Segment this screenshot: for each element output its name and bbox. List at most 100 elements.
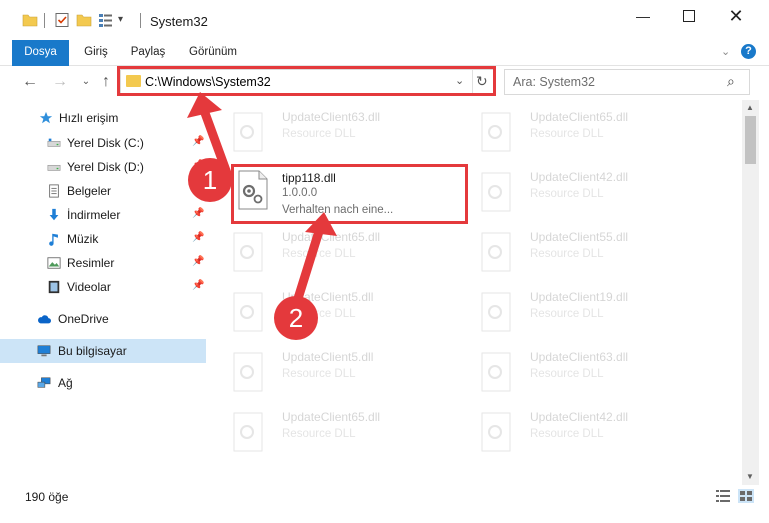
large-icons-view-icon[interactable] — [738, 489, 754, 503]
dll-file-icon — [481, 232, 511, 272]
help-icon[interactable]: ? — [741, 44, 756, 59]
folder-icon — [22, 14, 38, 27]
file-description: Resource DLL — [530, 368, 604, 380]
sidebar-item-this-pc[interactable]: Bu bilgisayar — [0, 339, 206, 363]
separator — [44, 13, 45, 28]
dll-file-icon — [481, 172, 511, 212]
properties-icon[interactable] — [54, 12, 70, 28]
file-name: UpdateClient65.dll — [282, 410, 381, 424]
pin-icon[interactable]: 📌 — [192, 256, 204, 267]
close-button[interactable]: ✕ — [713, 0, 759, 32]
file-list: UpdateClient63.dll Resource DLL UpdateCl… — [210, 100, 742, 455]
file-item[interactable]: UpdateClient19.dll Resource DLL — [458, 284, 688, 336]
tab-share[interactable]: Paylaş — [126, 40, 170, 65]
qat-dropdown-icon[interactable]: ▾ — [118, 14, 123, 25]
sidebar-item-label: Resimler — [67, 256, 115, 270]
sidebar-item-downloads[interactable]: İndirmeler 📌 — [0, 203, 206, 227]
pin-icon[interactable]: 📌 — [192, 280, 204, 291]
download-icon — [49, 208, 59, 221]
file-item[interactable]: UpdateClient65.dll Resource DLL — [210, 224, 440, 276]
sidebar-item-documents[interactable]: Belgeler 📌 — [0, 179, 206, 203]
step-2-badge: 2 — [274, 296, 318, 340]
search-input[interactable]: Ara: System32 — [513, 75, 595, 89]
status-bar: 190 öğe — [0, 485, 769, 523]
back-button[interactable]: ← — [20, 72, 40, 92]
cloud-icon — [38, 315, 51, 324]
minimize-button[interactable]: — — [620, 0, 666, 32]
dll-file-icon — [233, 352, 263, 392]
address-highlight — [117, 66, 496, 96]
customize-toolbar-icon[interactable] — [98, 12, 114, 28]
pin-icon[interactable]: 📌 — [192, 136, 204, 147]
maximize-button[interactable] — [666, 0, 712, 32]
file-item[interactable]: UpdateClient63.dll Resource DLL — [210, 104, 440, 156]
details-view-icon[interactable] — [715, 489, 731, 503]
file-description: Resource DLL — [530, 128, 604, 140]
sidebar-item-music[interactable]: Müzik 📌 — [0, 227, 206, 251]
item-count: 190 öğe — [25, 490, 69, 504]
network-icon — [37, 377, 51, 388]
sidebar-item-label: Müzik — [67, 232, 99, 246]
arrow-right-icon: → — [52, 73, 68, 90]
sidebar-item-label: Yerel Disk (D:) — [67, 160, 144, 174]
sidebar-item-local-disk-d[interactable]: Yerel Disk (D:) 📌 — [0, 155, 206, 179]
maximize-icon — [683, 10, 695, 22]
chevron-down-icon: ⌄ — [81, 76, 91, 87]
file-item[interactable]: UpdateClient55.dll Resource DLL — [458, 224, 688, 276]
search-box[interactable]: Ara: System32 ⌕ — [504, 69, 750, 95]
navigation-pane: Hızlı erişim Yerel Disk (C:) 📌 Yerel Dis… — [0, 100, 210, 455]
dll-file-icon — [481, 112, 511, 152]
minimize-icon: — — [636, 8, 650, 24]
scroll-down-icon[interactable]: ▼ — [746, 472, 754, 481]
file-description: Resource DLL — [282, 368, 356, 380]
file-description: Resource DLL — [530, 308, 604, 320]
selected-file-highlight — [231, 164, 468, 224]
file-name: UpdateClient55.dll — [530, 230, 629, 244]
step-1-badge: 1 — [188, 158, 232, 202]
file-name: UpdateClient65.dll — [282, 230, 381, 244]
file-item[interactable]: UpdateClient65.dll Resource DLL — [210, 404, 440, 455]
file-item[interactable]: UpdateClient63.dll Resource DLL — [458, 344, 688, 396]
title-bar: ▾ System32 — ✕ — [0, 0, 769, 40]
file-description: Resource DLL — [282, 248, 356, 260]
scroll-thumb[interactable] — [745, 116, 756, 164]
expand-ribbon-icon[interactable]: ⌄ — [721, 45, 730, 58]
pin-icon[interactable]: 📌 — [192, 208, 204, 219]
file-item[interactable]: UpdateClient42.dll Resource DLL — [458, 164, 688, 216]
computer-icon — [37, 345, 51, 357]
pin-icon[interactable]: 📌 — [192, 232, 204, 243]
tab-home[interactable]: Giriş — [78, 40, 114, 65]
dll-file-icon — [233, 232, 263, 272]
file-item[interactable]: UpdateClient42.dll Resource DLL — [458, 404, 688, 455]
dll-file-icon — [481, 412, 511, 452]
vertical-scrollbar[interactable]: ▲ ▼ — [742, 100, 759, 485]
file-name: UpdateClient19.dll — [530, 290, 629, 304]
sidebar-item-local-disk-c[interactable]: Yerel Disk (C:) 📌 — [0, 131, 206, 155]
dll-file-icon — [481, 352, 511, 392]
file-item[interactable]: UpdateClient5.dll Resource DLL — [210, 344, 440, 396]
sidebar-item-label: Ağ — [58, 376, 73, 390]
up-button[interactable]: ↑ — [96, 72, 116, 92]
recent-locations-button[interactable]: ⌄ — [76, 72, 96, 92]
sidebar-item-network[interactable]: Ağ — [0, 371, 206, 395]
separator — [140, 13, 141, 28]
tab-view[interactable]: Görünüm — [182, 40, 244, 65]
file-item[interactable]: UpdateClient65.dll Resource DLL — [458, 104, 688, 156]
sidebar-item-pictures[interactable]: Resimler 📌 — [0, 251, 206, 275]
scroll-up-icon[interactable]: ▲ — [746, 103, 754, 112]
search-icon[interactable]: ⌕ — [727, 73, 735, 90]
sidebar-item-label: Bu bilgisayar — [58, 344, 127, 358]
music-icon — [49, 233, 58, 246]
file-name: UpdateClient65.dll — [530, 110, 629, 124]
dll-file-icon — [233, 112, 263, 152]
sidebar-item-onedrive[interactable]: OneDrive — [0, 307, 206, 331]
forward-button[interactable]: → — [50, 72, 70, 92]
documents-icon — [49, 184, 59, 198]
sidebar-item-videos[interactable]: Videolar 📌 — [0, 275, 206, 299]
file-name: UpdateClient42.dll — [530, 170, 629, 184]
sidebar-item-quick-access[interactable]: Hızlı erişim — [0, 106, 206, 130]
file-item[interactable]: UpdateClient5.dll Resource DLL — [210, 284, 440, 336]
file-description: Resource DLL — [282, 428, 356, 440]
new-folder-icon[interactable] — [76, 12, 92, 28]
pictures-icon — [47, 257, 61, 269]
